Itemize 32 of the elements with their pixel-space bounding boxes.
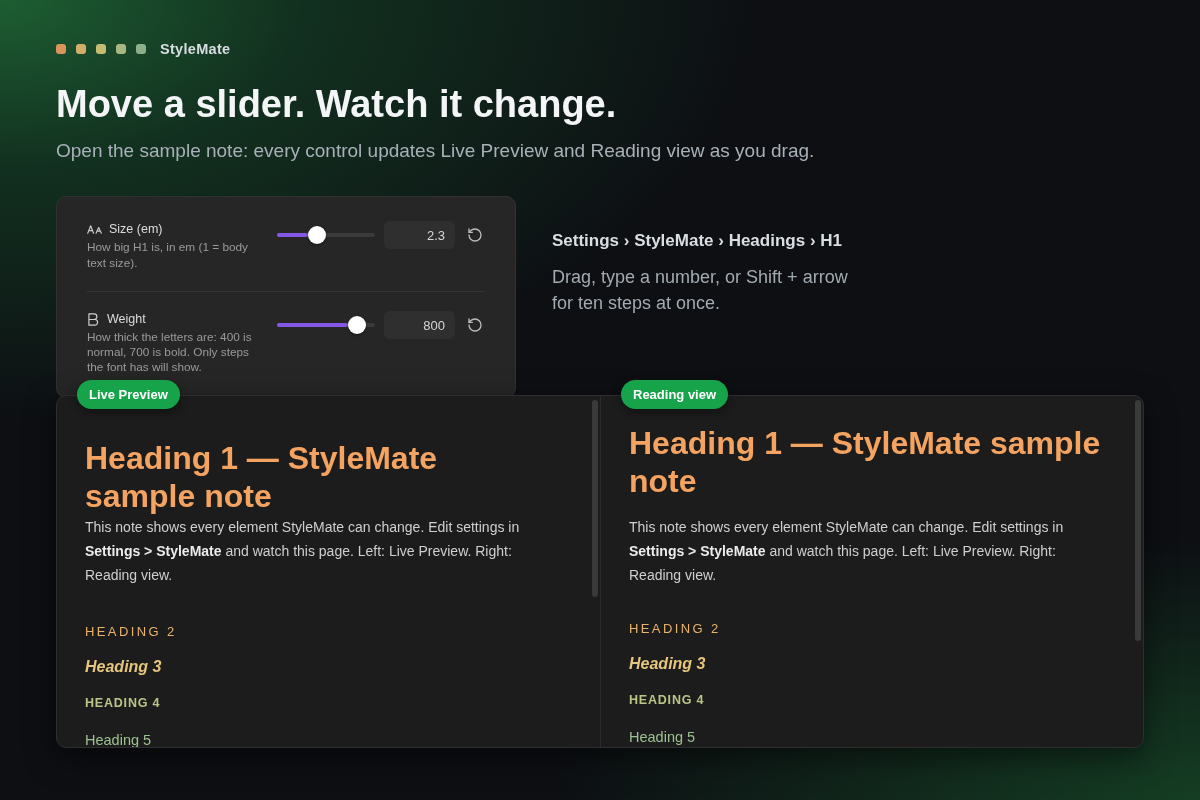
heading-1: Heading 1 — StyleMate sample note bbox=[629, 424, 1102, 500]
breadcrumb: Settings › StyleMate › Headings › H1 bbox=[552, 231, 843, 251]
number-input[interactable]: 2.3 bbox=[384, 221, 455, 249]
note-paragraph: This note shows every element StyleMate can change. Edit settings in Settings > StyleMate and watch this page. Left: Live Preview. Right: Reading view. bbox=[629, 518, 1065, 585]
reset-icon[interactable] bbox=[467, 317, 483, 333]
scrollbar-thumb[interactable] bbox=[592, 400, 598, 597]
heading-1: Heading 1 — StyleMate sample note bbox=[85, 439, 439, 515]
heading-4: HEADING 4 bbox=[85, 695, 161, 712]
mode-badge: Reading view bbox=[621, 380, 729, 409]
reset-icon[interactable] bbox=[467, 227, 483, 243]
setting-label: Size (em) bbox=[109, 221, 163, 237]
heading-2: HEADING 2 bbox=[85, 623, 177, 641]
heading-3: Heading 3 bbox=[629, 654, 706, 674]
letter-b-icon bbox=[88, 312, 99, 326]
brand-name: StyleMate bbox=[160, 41, 231, 57]
heading-3: Heading 3 bbox=[85, 657, 162, 677]
note-paragraph: This note shows every element StyleMate can change. Edit settings in Settings > StyleMate and watch this page. Left: Live Preview. Right: Reading view. bbox=[85, 518, 521, 585]
heading-5: Heading 5 bbox=[629, 728, 696, 747]
subtitle: Open the sample note: every control updates Live Preview and Reading view as you drag. bbox=[56, 139, 815, 163]
setting-description: How thick the letters are: 400 is normal, 700 is bold. Only steps the font has will show. bbox=[87, 330, 253, 375]
setting-label: Weight bbox=[107, 311, 146, 327]
heading-2: HEADING 2 bbox=[629, 620, 721, 638]
slider-thumb[interactable] bbox=[347, 316, 366, 334]
number-input[interactable]: 800 bbox=[384, 311, 455, 339]
setting-description: How big H1 is, in em (1 = body text size). bbox=[87, 240, 249, 271]
hint-text: Drag, type a number, or Shift + arrow for ten steps at once. bbox=[552, 266, 849, 315]
slider-thumb[interactable] bbox=[308, 226, 327, 244]
scrollbar-thumb[interactable] bbox=[1135, 400, 1141, 641]
heading-4: HEADING 4 bbox=[629, 692, 705, 709]
mode-badge: Live Preview bbox=[77, 380, 180, 409]
headline: Move a slider. Watch it change. bbox=[56, 82, 617, 126]
letters-icon bbox=[87, 224, 103, 234]
